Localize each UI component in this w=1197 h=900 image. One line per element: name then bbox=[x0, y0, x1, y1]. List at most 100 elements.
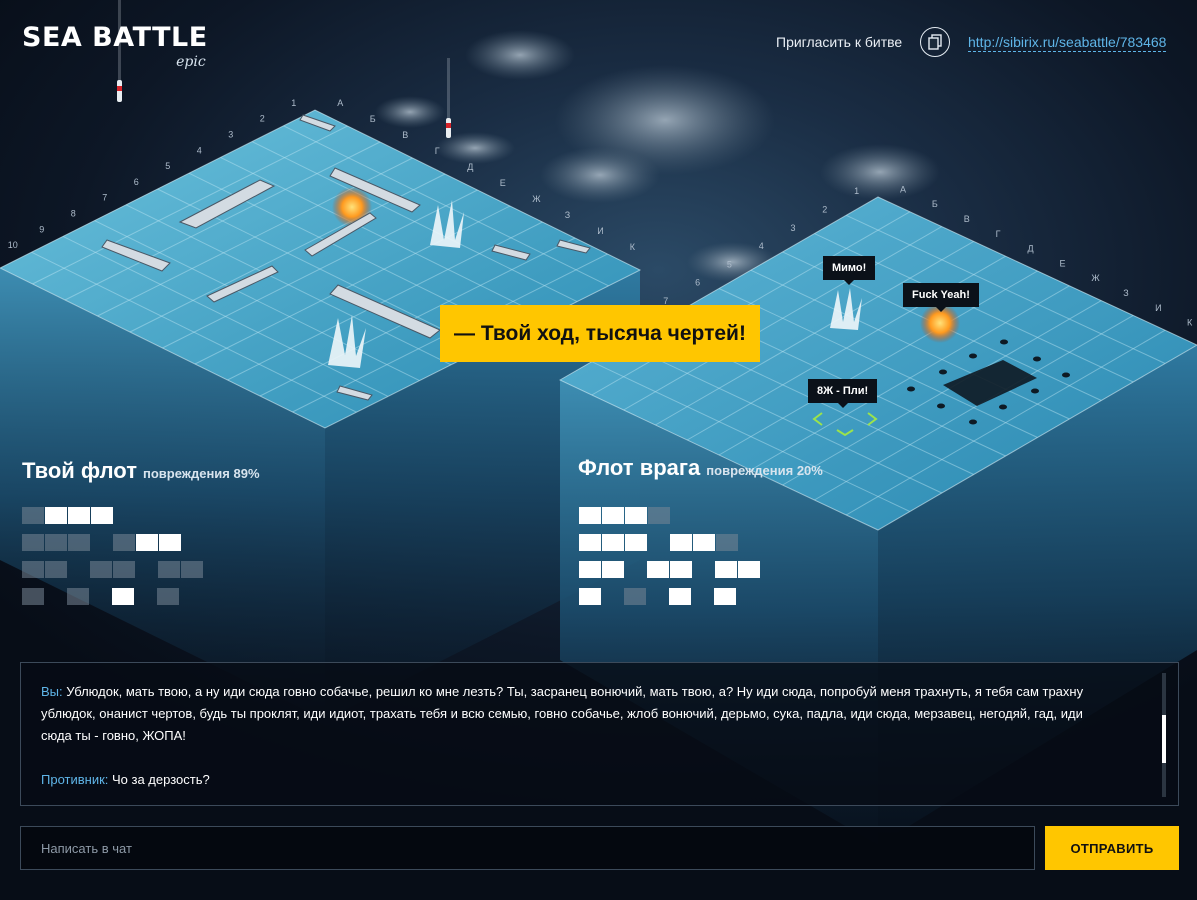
ship-cell-hit bbox=[716, 534, 738, 551]
ship-cell-alive bbox=[670, 561, 692, 578]
ship-cell-alive bbox=[693, 534, 715, 551]
chat-scroll-thumb[interactable] bbox=[1162, 715, 1166, 763]
logo-title: SEA BATTLE bbox=[22, 22, 208, 53]
ship-cell-hit bbox=[22, 507, 44, 524]
ship-cell-alive bbox=[579, 534, 601, 551]
my-fleet-title: Твой флот bbox=[22, 458, 137, 483]
copy-icon bbox=[928, 34, 942, 50]
column-label: Г bbox=[996, 229, 1001, 239]
row-label: 7 bbox=[102, 193, 107, 203]
ship-cell-hit bbox=[22, 561, 44, 578]
ship-cell-hit bbox=[157, 588, 179, 605]
column-label: Ж bbox=[532, 194, 541, 204]
turn-banner: — Твой ход, тысяча чертей! bbox=[440, 305, 760, 362]
ship-cell-hit bbox=[113, 534, 135, 551]
chat-scrollbar[interactable] bbox=[1162, 673, 1166, 797]
column-label: Д bbox=[1028, 244, 1034, 254]
column-label: К bbox=[630, 242, 636, 252]
ship-cell-hit bbox=[90, 561, 112, 578]
row-label: 1 bbox=[854, 186, 859, 196]
send-button[interactable]: ОТПРАВИТЬ bbox=[1045, 826, 1179, 870]
ship-cell-hit bbox=[624, 588, 646, 605]
ship-cell-alive bbox=[45, 507, 67, 524]
ship-cell-hit bbox=[45, 534, 67, 551]
invite-label: Пригласить к битве bbox=[776, 34, 903, 50]
ship-cell-hit bbox=[648, 507, 670, 524]
ship-cell-alive bbox=[112, 588, 134, 605]
row-label: 6 bbox=[695, 278, 700, 288]
ship-cell-alive bbox=[68, 507, 90, 524]
ship-cell-alive bbox=[625, 507, 647, 524]
ship-cell-alive bbox=[714, 588, 736, 605]
column-label: В bbox=[402, 130, 408, 140]
row-label: 4 bbox=[759, 241, 764, 251]
row-label: 2 bbox=[260, 114, 265, 124]
column-label: Е bbox=[500, 178, 506, 188]
row-label: 1 bbox=[291, 98, 296, 108]
ship-cell-hit bbox=[158, 561, 180, 578]
ship-cell-alive bbox=[579, 561, 601, 578]
enemy-fleet-title: Флот врага bbox=[578, 455, 701, 480]
chat-messages: Вы: Ублюдок, мать твою, а ну иди сюда го… bbox=[41, 681, 1101, 791]
column-label: В bbox=[964, 214, 970, 224]
enemy-fleet-damage: повреждения 20% bbox=[706, 463, 823, 478]
ship-cell-alive bbox=[91, 507, 113, 524]
fleet-row bbox=[22, 534, 182, 551]
column-label: А bbox=[900, 184, 906, 194]
row-label: 2 bbox=[822, 204, 827, 214]
chat-message: Противник: Чо за дерзость? bbox=[41, 769, 1101, 791]
fleet-row bbox=[579, 534, 739, 551]
row-label: 4 bbox=[197, 145, 202, 155]
ship-cell-alive bbox=[602, 534, 624, 551]
ship-cell-hit bbox=[45, 561, 67, 578]
column-label: Г bbox=[435, 146, 440, 156]
column-label: Е bbox=[1059, 258, 1065, 268]
fleet-row bbox=[579, 561, 761, 578]
row-label: 3 bbox=[228, 130, 233, 140]
logo[interactable]: SEA BATTLE epic bbox=[22, 22, 208, 70]
my-board bbox=[0, 109, 642, 720]
ship-cell-hit bbox=[22, 534, 44, 551]
fleet-row bbox=[579, 588, 737, 605]
ship-cell-hit bbox=[68, 534, 90, 551]
column-label: К bbox=[1187, 318, 1193, 328]
chat-input[interactable] bbox=[20, 826, 1035, 870]
ship-cell-alive bbox=[159, 534, 181, 551]
fleet-row bbox=[22, 561, 204, 578]
my-fleet-header: Твой флот повреждения 89% bbox=[22, 458, 260, 484]
chat-text: Ублюдок, мать твою, а ну иди сюда говно … bbox=[41, 684, 1084, 743]
column-label: З bbox=[1123, 288, 1128, 298]
column-label: И bbox=[1155, 303, 1161, 313]
missile-icon bbox=[446, 58, 451, 138]
column-label: Б bbox=[932, 199, 938, 209]
row-label: 10 bbox=[8, 240, 18, 250]
chat-message: Вы: Ублюдок, мать твою, а ну иди сюда го… bbox=[41, 681, 1101, 747]
row-label: 5 bbox=[165, 161, 170, 171]
row-label: 5 bbox=[727, 259, 732, 269]
column-label: И bbox=[597, 226, 603, 236]
row-label: 8 bbox=[71, 209, 76, 219]
invite-link[interactable]: http://sibirix.ru/seabattle/783468 bbox=[968, 34, 1167, 52]
column-label: Д bbox=[467, 162, 473, 172]
hit-tooltip: Fuck Yeah! bbox=[903, 283, 979, 312]
chat-log[interactable]: Вы: Ублюдок, мать твою, а ну иди сюда го… bbox=[20, 662, 1179, 806]
ship-cell-hit bbox=[113, 561, 135, 578]
fleet-row bbox=[22, 588, 180, 605]
ship-cell-alive bbox=[669, 588, 691, 605]
ship-cell-hit bbox=[67, 588, 89, 605]
chat-text: Чо за дерзость? bbox=[108, 772, 210, 787]
ship-cell-alive bbox=[579, 588, 601, 605]
chat-author: Вы: bbox=[41, 684, 63, 699]
row-label: 6 bbox=[134, 177, 139, 187]
fleet-row bbox=[22, 507, 114, 524]
copy-link-button[interactable] bbox=[920, 27, 950, 57]
chat-author: Противник: bbox=[41, 772, 109, 787]
ship-cell-alive bbox=[602, 507, 624, 524]
ship-cell-alive bbox=[715, 561, 737, 578]
ship-cell-alive bbox=[738, 561, 760, 578]
ship-cell-hit bbox=[22, 588, 44, 605]
column-label: Ж bbox=[1091, 273, 1100, 283]
ship-cell-alive bbox=[579, 507, 601, 524]
ship-cell-alive bbox=[625, 534, 647, 551]
row-label: 3 bbox=[791, 223, 796, 233]
